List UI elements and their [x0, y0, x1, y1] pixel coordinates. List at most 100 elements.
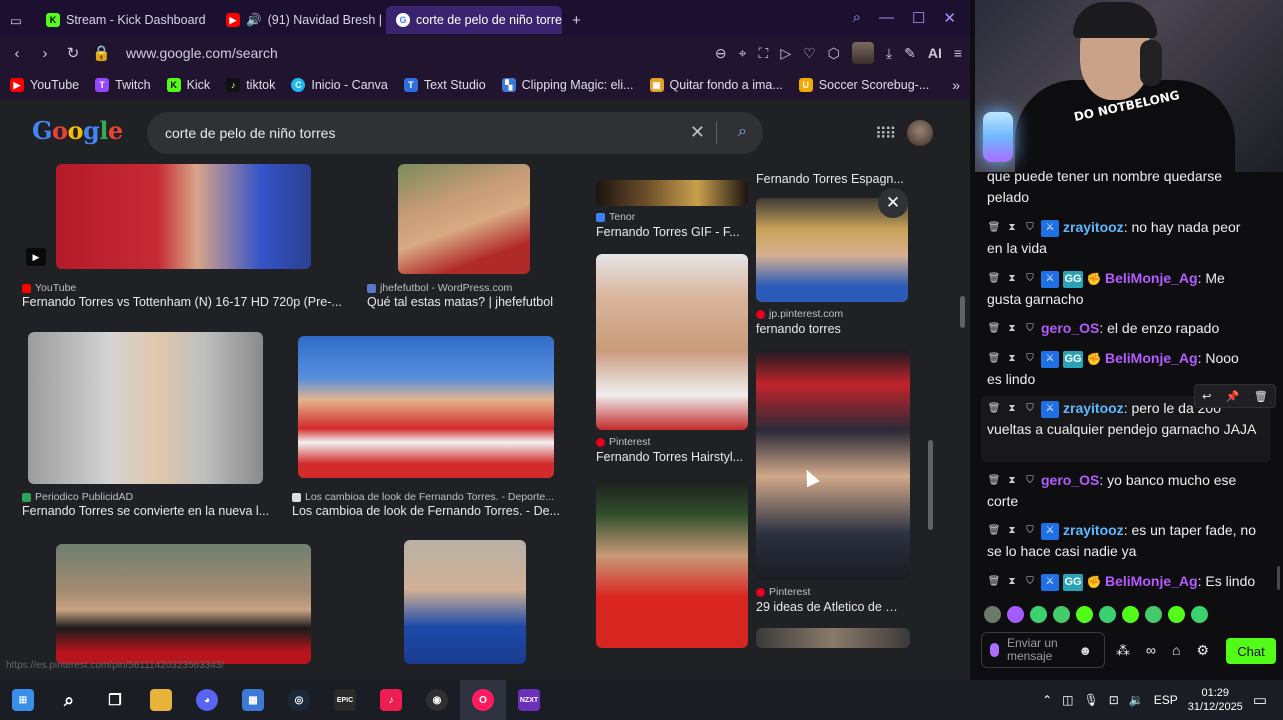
ban-icon[interactable]: ⛉	[1023, 221, 1037, 235]
close-icon[interactable]: ✕	[943, 9, 956, 27]
apps-grid-icon[interactable]: ⠿⠿	[875, 124, 896, 144]
emote-icon[interactable]	[1076, 606, 1093, 623]
result-image-8[interactable]	[596, 254, 748, 430]
timeout-icon[interactable]: ⧗	[1005, 322, 1019, 336]
result-image-2[interactable]	[398, 164, 530, 274]
notifications-icon[interactable]: ▭	[1253, 691, 1267, 709]
emote-icon[interactable]	[1168, 606, 1185, 623]
emote-icon[interactable]	[1145, 606, 1162, 623]
screenshot-icon[interactable]: ⛶	[759, 45, 769, 62]
google-logo[interactable]: Google	[32, 116, 123, 145]
username[interactable]: BeliMonje_Ag	[1105, 573, 1198, 589]
forward-icon[interactable]: ›	[36, 45, 54, 62]
minimize-icon[interactable]: —	[879, 9, 894, 27]
result-title-7[interactable]: fernando torres	[756, 322, 906, 336]
store-icon[interactable]: ⌂	[1172, 642, 1180, 659]
trash-icon[interactable]: 🗑	[987, 474, 1001, 488]
page-scrollbar[interactable]	[960, 296, 965, 328]
microphone-icon[interactable]: 🎙	[1083, 693, 1098, 707]
workspace-icon[interactable]: ▭	[0, 6, 36, 34]
username[interactable]: zrayitooz	[1063, 400, 1124, 416]
search-icon[interactable]: ⌕	[738, 123, 747, 141]
tab-google-search[interactable]: G corte de pelo de niño torres	[386, 6, 562, 34]
bookmark-remove-bg[interactable]: ▣ Quitar fondo a ima...	[649, 78, 783, 92]
address-bar[interactable]: www.google.com/search	[126, 45, 278, 61]
partial-caption[interactable]: Fernando Torres Espagn...	[756, 172, 906, 186]
result-title-2[interactable]: Qué tal estas matas? | jhefefutbol	[367, 295, 567, 309]
download-icon[interactable]: ⤓	[886, 45, 892, 62]
player-icon[interactable]: ▷	[780, 45, 791, 62]
tab-youtube[interactable]: ▶ 🔊 (91) Navidad Bresh | D	[216, 6, 386, 34]
ban-icon[interactable]: ⛉	[1023, 402, 1037, 416]
chat-scrollbar[interactable]	[1277, 566, 1280, 590]
result-image-11[interactable]	[756, 350, 910, 580]
link-icon[interactable]: ∞	[1146, 642, 1156, 659]
new-tab-button[interactable]: +	[562, 6, 591, 34]
send-chat-button[interactable]: Chat	[1226, 638, 1276, 664]
result-image-12[interactable]	[756, 628, 910, 648]
username[interactable]: gero_OS	[1041, 472, 1099, 488]
bookmark-kick[interactable]: K Kick	[166, 78, 210, 92]
username[interactable]: BeliMonje_Ag	[1105, 350, 1198, 366]
extensions-icon[interactable]: ⁂	[1116, 642, 1130, 659]
delete-message-icon[interactable]: 🗑	[1254, 390, 1268, 403]
timeout-icon[interactable]: ⧗	[1005, 352, 1019, 366]
result-image-9[interactable]	[596, 480, 748, 648]
close-panel-button[interactable]: ✕	[878, 188, 908, 218]
bookmark-youtube[interactable]: ▶ YouTube	[10, 78, 79, 92]
username[interactable]: BeliMonje_Ag	[1105, 270, 1198, 286]
ban-icon[interactable]: ⛉	[1023, 352, 1037, 366]
discord-icon[interactable]: ◕	[184, 680, 230, 720]
bookmark-text-studio[interactable]: T Text Studio	[403, 78, 486, 92]
heart-icon[interactable]: ♡	[803, 45, 816, 62]
panel-scrollbar[interactable]	[928, 440, 933, 530]
windows-start-icon[interactable]: ⊞	[0, 680, 46, 720]
result-image-4[interactable]	[298, 336, 554, 478]
timeout-icon[interactable]: ⧗	[1005, 524, 1019, 538]
maximize-icon[interactable]: ☐	[912, 9, 925, 27]
tiktok-icon[interactable]: ♪	[368, 680, 414, 720]
clock[interactable]: 01:29 31/12/2025	[1188, 686, 1243, 714]
clear-icon[interactable]: ✕	[690, 122, 705, 143]
opera-gx-icon[interactable]: O	[460, 680, 506, 720]
emote-icon[interactable]	[1030, 606, 1047, 623]
ai-icon[interactable]: AI	[928, 45, 942, 61]
result-title-1[interactable]: Fernando Torres vs Tottenham (N) 16-17 H…	[22, 295, 342, 309]
result-title-5[interactable]: Fernando Torres GIF - F...	[596, 225, 746, 239]
language-indicator[interactable]: ESP	[1154, 693, 1178, 707]
nzxt-icon[interactable]: NZXT	[506, 680, 552, 720]
steam-icon[interactable]: ◎	[276, 680, 322, 720]
account-avatar[interactable]	[907, 120, 933, 146]
username[interactable]: zrayitooz	[1063, 219, 1124, 235]
result-image-6[interactable]	[404, 540, 526, 664]
microphone-icon[interactable]	[990, 643, 999, 657]
timeout-icon[interactable]: ⧗	[1005, 575, 1019, 589]
ban-icon[interactable]: ⛉	[1023, 272, 1037, 286]
emote-icon[interactable]	[1191, 606, 1208, 623]
trash-icon[interactable]: 🗑	[987, 322, 1001, 336]
emote-icon[interactable]	[1007, 606, 1024, 623]
emote-icon[interactable]	[1099, 606, 1116, 623]
trash-icon[interactable]: 🗑	[987, 524, 1001, 538]
ban-icon[interactable]: ⛉	[1023, 575, 1037, 589]
wand-icon[interactable]: ✎	[904, 45, 916, 62]
result-image-3[interactable]	[28, 332, 263, 484]
trash-icon[interactable]: 🗑	[987, 272, 1001, 286]
bookmark-scorebug[interactable]: U Soccer Scorebug-...	[798, 78, 929, 92]
emoji-icon[interactable]: ☻	[1078, 643, 1092, 658]
username[interactable]: gero_OS	[1041, 320, 1099, 336]
reply-icon[interactable]: ↩	[1202, 390, 1211, 403]
bookmark-twitch[interactable]: T Twitch	[95, 78, 151, 92]
search-input[interactable]: corte de pelo de niño torres ✕ ⌕	[147, 112, 763, 154]
bookmark-clipping-magic[interactable]: ▚ Clipping Magic: eli...	[501, 78, 634, 92]
ban-icon[interactable]: ⛉	[1023, 322, 1037, 336]
pin-message-icon[interactable]: 📌	[1226, 390, 1240, 403]
camera-icon[interactable]: ◫	[1062, 693, 1073, 707]
result-image-7[interactable]	[596, 180, 748, 206]
zoom-icon[interactable]: ⊖	[715, 45, 727, 62]
file-explorer-icon[interactable]	[138, 680, 184, 720]
result-title-3[interactable]: Fernando Torres se convierte en la nueva…	[22, 504, 272, 518]
task-view-icon[interactable]: ❐	[92, 680, 138, 720]
microsoft-store-icon[interactable]: ▦	[230, 680, 276, 720]
bookmark-tiktok[interactable]: ♪ tiktok	[226, 78, 275, 92]
